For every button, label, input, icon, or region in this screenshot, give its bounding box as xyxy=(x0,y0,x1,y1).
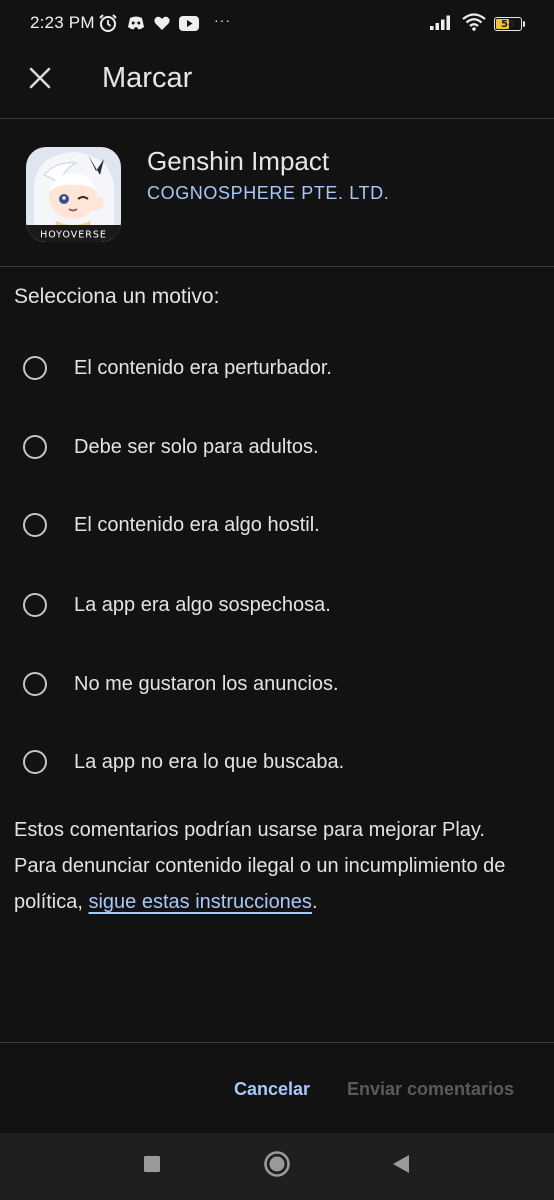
reason-option[interactable]: La app no era lo que buscaba. xyxy=(0,732,554,792)
info-text: Estos comentarios podrían usarse para me… xyxy=(14,812,514,920)
cancel-button[interactable]: Cancelar xyxy=(234,1072,310,1106)
battery-level: 58 xyxy=(501,18,515,30)
reason-label: El contenido era algo hostil. xyxy=(74,513,320,536)
submit-feedback-button[interactable]: Enviar comentarios xyxy=(347,1072,514,1106)
hoyoverse-logo-text: HOYOVERSE xyxy=(40,230,107,241)
radio-button[interactable] xyxy=(23,750,47,774)
reason-option[interactable]: No me gustaron los anuncios. xyxy=(0,654,554,714)
footer-divider xyxy=(0,1042,554,1043)
signal-icon xyxy=(430,14,454,35)
radio-button[interactable] xyxy=(23,356,47,380)
back-triangle-icon xyxy=(391,1154,411,1179)
radio-button[interactable] xyxy=(23,435,47,459)
page-title: Marcar xyxy=(102,62,193,94)
reasons-title: Selecciona un motivo: xyxy=(14,285,220,308)
reason-option[interactable]: La app era algo sospechosa. xyxy=(0,575,554,635)
toolbar: Marcar xyxy=(0,48,554,118)
app-developer[interactable]: COGNOSPHERE PTE. LTD. xyxy=(147,183,389,204)
info-text-end: . xyxy=(311,891,318,913)
recents-button[interactable] xyxy=(122,1133,182,1200)
instructions-link[interactable]: sigue estas instrucciones xyxy=(88,891,311,913)
reason-label: No me gustaron los anuncios. xyxy=(74,672,339,695)
reason-option[interactable]: Debe ser solo para adultos. xyxy=(0,417,554,477)
status-time: 2:23 PM xyxy=(30,13,95,32)
home-button[interactable] xyxy=(247,1133,307,1200)
reason-label: La app era algo sospechosa. xyxy=(74,593,331,616)
toolbar-divider xyxy=(0,118,554,119)
alarm-icon xyxy=(98,13,118,33)
navigation-bar xyxy=(0,1133,554,1200)
app-icon: HOYOVERSE xyxy=(26,147,121,242)
home-circle-icon xyxy=(263,1150,291,1183)
app-name: Genshin Impact xyxy=(147,146,330,176)
radio-button[interactable] xyxy=(23,513,47,537)
back-button[interactable] xyxy=(371,1133,431,1200)
reason-option[interactable]: El contenido era perturbador. xyxy=(0,338,554,398)
more-notifications: ··· xyxy=(214,12,231,28)
radio-button[interactable] xyxy=(23,672,47,696)
close-icon xyxy=(29,67,51,94)
reason-option[interactable]: El contenido era algo hostil. xyxy=(0,495,554,555)
discord-icon xyxy=(127,15,145,31)
header-divider xyxy=(0,266,554,267)
system-icons: 58 xyxy=(430,12,525,36)
notification-icons: ··· xyxy=(98,12,231,34)
youtube-icon xyxy=(179,15,199,31)
status-bar: 2:23 PM ··· 58 xyxy=(0,0,554,48)
battery-icon: 58 xyxy=(494,17,525,31)
reason-label: Debe ser solo para adultos. xyxy=(74,435,319,458)
heart-icon xyxy=(154,16,170,31)
reason-label: La app no era lo que buscaba. xyxy=(74,750,345,773)
recents-square-icon xyxy=(143,1155,161,1178)
close-button[interactable] xyxy=(20,60,60,100)
wifi-icon xyxy=(462,12,486,36)
radio-button[interactable] xyxy=(23,593,47,617)
reason-label: El contenido era perturbador. xyxy=(74,356,332,379)
